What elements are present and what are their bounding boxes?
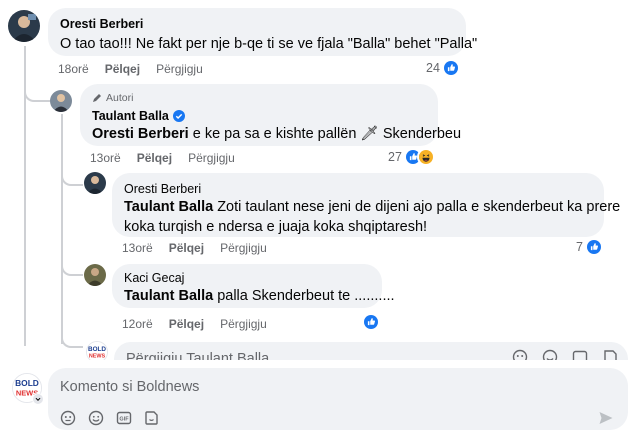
avatar[interactable] bbox=[50, 90, 72, 112]
reply-input[interactable]: Përgjigju Taulant Balla bbox=[114, 342, 628, 360]
thread-connector bbox=[61, 168, 83, 186]
reply-button[interactable]: Përgjigju bbox=[156, 61, 203, 77]
comment-bubble: Kaci Gecaj Taulant Balla palla Skenderbe… bbox=[112, 264, 395, 308]
comment-time[interactable]: 12orë bbox=[122, 316, 153, 332]
comment-author[interactable]: Kaci Gecaj bbox=[124, 270, 370, 286]
comment-bubble: Oresti Berberi Taulant Balla Zoti taulan… bbox=[112, 173, 620, 237]
comment-author[interactable]: Taulant Balla bbox=[92, 108, 169, 124]
sticker-icon[interactable] bbox=[144, 410, 160, 426]
thread-connector bbox=[24, 84, 50, 102]
comment-actions: 12orë Pëlqej Përgjigju bbox=[122, 316, 283, 332]
pen-icon bbox=[92, 93, 102, 103]
avatar[interactable] bbox=[84, 172, 106, 194]
gif-icon[interactable] bbox=[572, 349, 588, 360]
svg-text:BOLD: BOLD bbox=[88, 346, 106, 353]
like-button[interactable]: Pëlqej bbox=[137, 150, 172, 166]
comment-author[interactable]: Oresti Berberi bbox=[60, 16, 454, 32]
reaction-count: 7 bbox=[576, 240, 583, 254]
comment-bubble: Oresti Berberi O tao tao!!! Ne fakt per … bbox=[48, 8, 478, 56]
mention-link[interactable]: Taulant Balla bbox=[124, 199, 213, 215]
composer-placeholder: Komento si Boldnews bbox=[60, 379, 200, 395]
comment-author-row: Taulant Balla bbox=[92, 108, 426, 124]
author-badge: Autori bbox=[92, 91, 133, 105]
reaction-count: 24 bbox=[426, 61, 440, 75]
comment-time[interactable]: 18orë bbox=[58, 61, 89, 77]
reply-box-clip: BOLD NEWS Përgjigju Taulant Balla bbox=[0, 338, 640, 360]
emoji-icon[interactable] bbox=[88, 410, 104, 426]
comment-time[interactable]: 13orë bbox=[90, 150, 121, 166]
comment-author[interactable]: Oresti Berberi bbox=[124, 181, 592, 197]
comment-actions: 13orë Pëlqej Përgjigju bbox=[90, 150, 251, 166]
comment-text: Oresti Berberi e ke pa sa e kishte pallë… bbox=[92, 124, 461, 144]
comment-body-line1: Zoti taulant nese jeni de dijeni ajo pal… bbox=[213, 199, 621, 215]
comment-composer[interactable]: Komento si Boldnews GIF bbox=[48, 368, 628, 430]
verified-icon bbox=[172, 110, 185, 122]
thread-connector bbox=[61, 258, 83, 276]
avatar[interactable] bbox=[84, 264, 106, 286]
comment-body: palla Skenderbeut te .......... bbox=[213, 288, 395, 304]
svg-text:GIF: GIF bbox=[119, 417, 129, 423]
reply-button[interactable]: Përgjigju bbox=[188, 150, 235, 166]
like-icon bbox=[441, 59, 460, 77]
comment-bubble: Autori Taulant Balla Oresti Berberi e ke… bbox=[80, 84, 461, 146]
mention-link[interactable]: Oresti Berberi bbox=[92, 126, 189, 142]
comment-text: Taulant Balla Zoti taulant nese jeni de … bbox=[124, 197, 620, 217]
sticker-icon[interactable] bbox=[602, 349, 618, 360]
mention-link[interactable]: Taulant Balla bbox=[124, 288, 213, 304]
comment-text: Taulant Balla palla Skenderbeut te .....… bbox=[124, 286, 395, 306]
chevron-down-icon[interactable] bbox=[32, 393, 44, 405]
svg-text:NEWS: NEWS bbox=[89, 353, 106, 359]
emoji-icon[interactable] bbox=[542, 349, 558, 360]
reaction-summary[interactable]: 24 bbox=[426, 59, 460, 77]
comment-actions: 18orë Pëlqej Përgjigju bbox=[58, 61, 219, 77]
like-button[interactable]: Pëlqej bbox=[105, 61, 140, 77]
like-button[interactable]: Pëlqej bbox=[169, 240, 204, 256]
haha-icon bbox=[416, 148, 435, 166]
thread-line-nested bbox=[61, 114, 63, 344]
reply-button[interactable]: Përgjigju bbox=[220, 316, 267, 332]
comment-actions: 13orë Pëlqej Përgjigju bbox=[122, 240, 283, 256]
sticker-face-icon[interactable] bbox=[512, 349, 528, 360]
sticker-face-icon[interactable] bbox=[60, 410, 76, 426]
like-button[interactable]: Pëlqej bbox=[169, 316, 204, 332]
reply-button[interactable]: Përgjigju bbox=[220, 240, 267, 256]
like-icon bbox=[584, 238, 603, 256]
svg-text:BOLD: BOLD bbox=[15, 378, 39, 388]
reply-tools bbox=[512, 349, 618, 360]
like-icon bbox=[362, 313, 380, 331]
reaction-summary[interactable] bbox=[362, 313, 380, 331]
comment-text: O tao tao!!! Ne fakt per nje b-qe ti se … bbox=[60, 36, 478, 52]
composer-tools: GIF bbox=[60, 410, 160, 426]
page-avatar: BOLD NEWS bbox=[86, 341, 108, 360]
gif-icon[interactable]: GIF bbox=[116, 410, 132, 426]
comment-body-line2: koka turqish e ndersa e juaja koka shqip… bbox=[124, 219, 428, 235]
avatar[interactable] bbox=[8, 10, 40, 42]
reaction-count: 27 bbox=[388, 150, 402, 164]
comment-body: e ke pa sa e kishte pallën 🗡 Skenderbeu bbox=[188, 126, 462, 142]
badge-label: Autori bbox=[106, 92, 134, 104]
reaction-summary[interactable]: 27 bbox=[388, 148, 435, 166]
reply-placeholder: Përgjigju Taulant Balla bbox=[126, 351, 270, 360]
reaction-summary[interactable]: 7 bbox=[576, 238, 603, 256]
send-icon[interactable] bbox=[598, 410, 614, 426]
comment-time[interactable]: 13orë bbox=[122, 240, 153, 256]
